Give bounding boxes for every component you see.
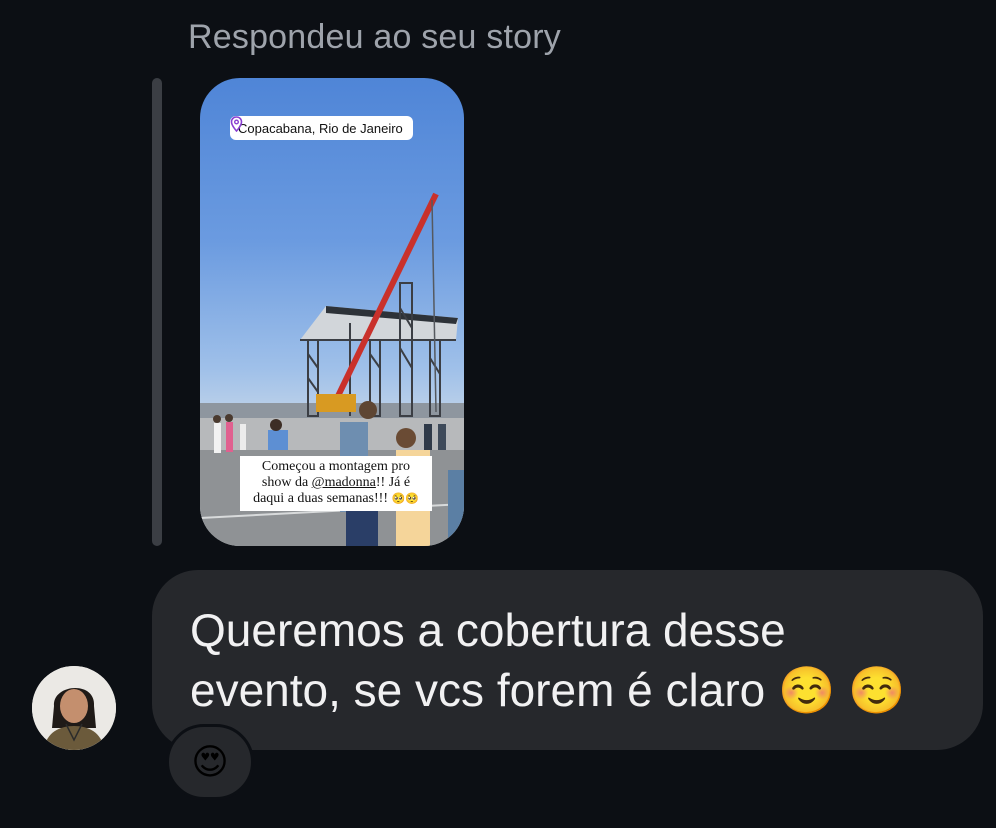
message-text: Queremos a cobertura desse evento, se vc… (190, 600, 970, 720)
caption-line-2-prefix: show da (261, 475, 312, 490)
caption-line-2-suffix: !! Já é (375, 475, 411, 490)
smiling-face-icon: ☺️ (778, 664, 836, 716)
location-label: Copacabana, Rio de Janeiro (238, 120, 403, 136)
avatar[interactable] (32, 666, 116, 750)
heart-eyes-icon: 😍 (191, 741, 229, 782)
avatar-photo (32, 666, 116, 750)
smiling-face-icon: ☺️ (848, 664, 906, 716)
pleading-face-icon: 🥺🥺 (391, 493, 419, 505)
reaction-badge[interactable]: 😍 (166, 724, 254, 800)
story-caption: Começou a montagem pro show da @madonna!… (240, 456, 432, 511)
mention-link[interactable]: @madonna (312, 475, 376, 490)
reply-indicator-line (152, 78, 162, 546)
caption-line-2: show da @madonna!! Já é (244, 475, 428, 491)
message-bubble[interactable]: Queremos a cobertura desse evento, se vc… (152, 570, 983, 750)
message-line-2-text: evento, se vcs forem é claro (190, 664, 766, 716)
location-pin-icon (230, 116, 243, 132)
reply-caption: Respondeu ao seu story (188, 18, 561, 56)
caption-line-3-text: daqui a duas semanas!!! (253, 491, 388, 506)
message-line-1: Queremos a cobertura desse (190, 604, 786, 656)
caption-line-3: daqui a duas semanas!!! 🥺🥺 (244, 491, 428, 507)
message-line-2: evento, se vcs forem é claro ☺️ ☺️ (190, 660, 970, 720)
caption-line-1: Começou a montagem pro (261, 459, 411, 474)
location-sticker[interactable]: Copacabana, Rio de Janeiro (230, 116, 413, 140)
story-preview[interactable]: Copacabana, Rio de Janeiro Começou a mon… (200, 78, 464, 546)
